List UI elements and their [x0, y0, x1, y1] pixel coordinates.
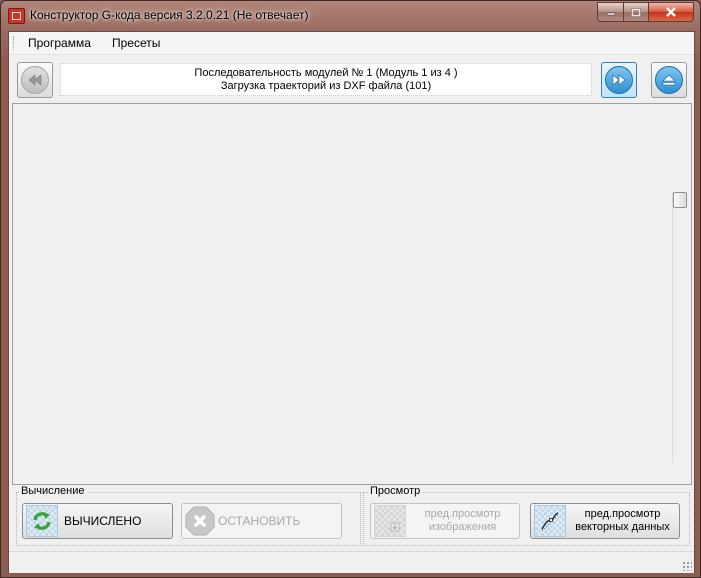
menu-presets[interactable]: Пресеты: [112, 36, 160, 50]
vertical-scrollbar[interactable]: [672, 192, 687, 462]
rewind-icon: [28, 74, 42, 86]
vector-preview-icon: [534, 505, 566, 537]
minimize-button[interactable]: [597, 2, 623, 22]
maximize-button[interactable]: [623, 2, 648, 22]
fast-forward-icon: [612, 74, 626, 86]
client-area: Программа Пресеты Последовательность мод…: [8, 31, 695, 573]
refresh-icon: [33, 512, 51, 530]
close-button[interactable]: [648, 2, 694, 22]
calculated-button[interactable]: ВЫЧИСЛЕНО: [22, 503, 173, 539]
menu-grip[interactable]: [13, 36, 16, 50]
calculation-group-label: Вычисление: [19, 485, 87, 497]
status-bar: [9, 551, 694, 573]
preview-group-label: Просмотр: [368, 485, 423, 497]
module-workspace-panel: [12, 103, 692, 485]
sequence-line: Последовательность модулей № 1 (Модуль 1…: [194, 67, 458, 79]
module-line: Загрузка траекторий из DXF файла (101): [220, 80, 432, 92]
scrollbar-thumb[interactable]: [673, 192, 687, 208]
maximize-icon: [631, 7, 641, 17]
close-icon: [666, 7, 676, 17]
calculated-button-icon: [26, 505, 58, 537]
menu-bar: Программа Пресеты: [9, 32, 694, 55]
stop-button-label: ОСТАНОВИТЬ: [218, 513, 301, 528]
eject-icon: [662, 74, 676, 86]
next-module-button[interactable]: [601, 62, 637, 98]
previous-module-button[interactable]: [17, 62, 53, 98]
image-preview-icon: [374, 505, 406, 537]
vector-preview-label: пред.просмотр векторных данных: [575, 508, 670, 533]
vector-preview-button[interactable]: пред.просмотр векторных данных: [530, 503, 680, 539]
window-title: Конструктор G-кода версия 3.2.0.21 (Не о…: [30, 8, 309, 22]
image-icon: [390, 522, 400, 532]
module-sequence-info: Последовательность модулей № 1 (Модуль 1…: [60, 63, 592, 96]
minimize-icon: [606, 12, 615, 16]
app-window: Конструктор G-кода версия 3.2.0.21 (Не о…: [0, 0, 701, 578]
stop-icon: [185, 506, 215, 536]
app-icon[interactable]: [8, 8, 25, 24]
image-preview-label: пред.просмотр изображения: [424, 508, 501, 533]
resize-grip[interactable]: [682, 561, 692, 571]
title-bar[interactable]: Конструктор G-кода версия 3.2.0.21 (Не о…: [1, 1, 700, 31]
window-controls: [597, 2, 694, 22]
stop-button[interactable]: ОСТАНОВИТЬ: [181, 503, 342, 539]
vector-curve-icon: [541, 512, 559, 532]
menu-program[interactable]: Программа: [28, 36, 91, 50]
eject-button[interactable]: [651, 62, 687, 98]
image-preview-button[interactable]: пред.просмотр изображения: [370, 503, 520, 539]
calculated-button-label: ВЫЧИСЛЕНО: [64, 513, 142, 528]
